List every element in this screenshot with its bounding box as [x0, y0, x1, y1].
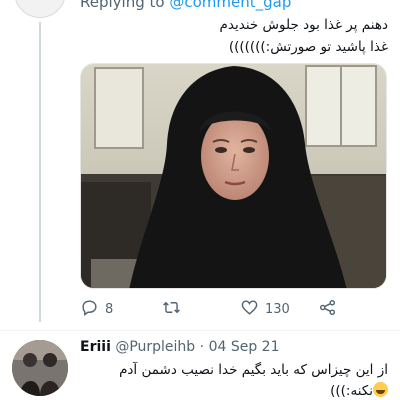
- reply-separator: ·: [199, 339, 205, 355]
- reply-count: 8: [105, 301, 114, 317]
- replying-to: Replying to @comment_gap: [80, 0, 291, 11]
- retweet-icon: [162, 298, 181, 321]
- reply-header: Eriii @Purpleihb · 04 Sep 21: [80, 339, 279, 355]
- share-button[interactable]: [318, 297, 337, 321]
- replying-prefix: Replying to: [80, 0, 170, 11]
- laughing-emoji-icon: [373, 382, 388, 397]
- share-icon: [318, 298, 337, 321]
- tweet-text: دهنم پر غذا بود جلوش خندیدم غذا پاشید تو…: [88, 14, 388, 58]
- reply-date[interactable]: 04 Sep 21: [209, 339, 280, 355]
- reply-text: از این چیزاس که باید بگیم خدا نصیب دشمن …: [88, 360, 388, 400]
- like-button[interactable]: 130: [240, 297, 290, 321]
- like-icon: [240, 298, 259, 321]
- replying-handle-link[interactable]: @comment_gap: [169, 0, 291, 11]
- like-count: 130: [265, 301, 290, 317]
- reply-handle[interactable]: @Purpleihb: [115, 339, 195, 355]
- reply-text-line-2: نکنه:))): [88, 381, 388, 400]
- reply-display-name[interactable]: Eriii: [80, 339, 111, 355]
- tweet-media-image[interactable]: [80, 63, 387, 289]
- parent-avatar[interactable]: [14, 0, 66, 18]
- reply-text-line-2-text: نکنه:))): [330, 383, 373, 399]
- divider: [0, 330, 400, 331]
- reply-avatar[interactable]: [12, 340, 68, 396]
- tweet-actions: 8 130: [80, 297, 387, 321]
- tweet-text-line: دهنم پر غذا بود جلوش خندیدم: [219, 17, 388, 33]
- thread-line: [39, 22, 41, 322]
- retweet-button[interactable]: [162, 297, 187, 321]
- reply-text-line: از این چیزاس که باید بگیم خدا نصیب دشمن …: [119, 362, 388, 378]
- reply-icon: [80, 298, 99, 321]
- tweet-text-line: غذا پاشید تو صورتش:))))))): [228, 39, 388, 55]
- reply-button[interactable]: 8: [80, 297, 113, 321]
